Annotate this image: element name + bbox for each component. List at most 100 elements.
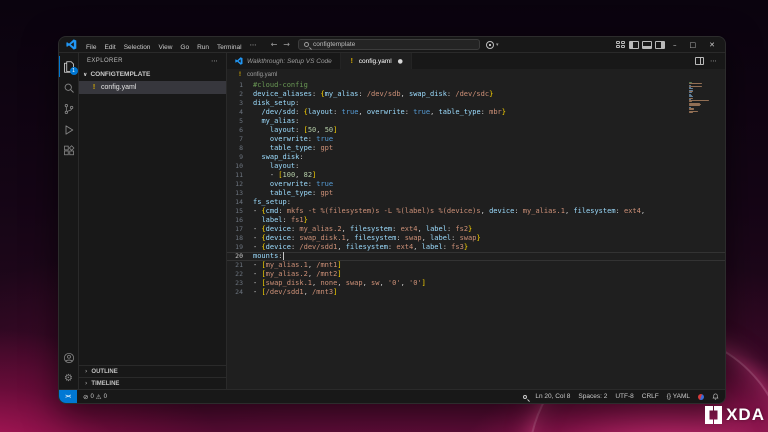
- file-item-config-yaml[interactable]: ! config.yaml: [79, 81, 226, 94]
- line-number: 4: [227, 108, 243, 117]
- toggle-sidebar-icon[interactable]: [629, 41, 639, 49]
- menu-run[interactable]: Run: [193, 44, 213, 51]
- code-line-4[interactable]: 4 /dev/sdd: {layout: true, overwrite: tr…: [227, 108, 725, 117]
- history-nav: ← →: [271, 40, 290, 49]
- activity-extensions-button[interactable]: [59, 140, 79, 161]
- status-crlf[interactable]: CRLF: [642, 393, 659, 400]
- menu-edit[interactable]: Edit: [100, 44, 119, 51]
- back-icon[interactable]: ←: [271, 40, 278, 49]
- modified-dot-icon[interactable]: ●: [398, 58, 403, 65]
- editor-actions: ⋯: [695, 53, 725, 69]
- line-number: 16: [227, 216, 243, 225]
- toggle-secondary-sidebar-icon[interactable]: [655, 41, 665, 49]
- sidebar-more-button[interactable]: ⋯: [211, 57, 218, 65]
- gear-icon: ⚙: [64, 374, 73, 384]
- code-text: - {device: swap_disk.1, filesystem: swap…: [253, 234, 481, 243]
- menu-terminal[interactable]: Terminal: [213, 44, 246, 51]
- code-line-10[interactable]: 10 layout:: [227, 162, 725, 171]
- more-actions-icon[interactable]: ⋯: [710, 57, 717, 65]
- code-line-6[interactable]: 6 layout: [50, 50]: [227, 126, 725, 135]
- text-cursor: [283, 252, 284, 260]
- code-line-13[interactable]: 13 table_type: gpt: [227, 189, 725, 198]
- forward-icon[interactable]: →: [283, 40, 290, 49]
- chevron-down-icon: ▾: [496, 42, 499, 48]
- status-ln-20-col-8[interactable]: Ln 20, Col 8: [535, 393, 570, 400]
- line-number: 6: [227, 126, 243, 135]
- code-line-1[interactable]: 1#cloud-config: [227, 81, 725, 90]
- chevron-down-icon: ∨: [83, 72, 87, 78]
- activity-explorer-button[interactable]: 1: [59, 56, 79, 77]
- folder-section-header[interactable]: ∨ CONFIGTEMPLATE: [79, 68, 226, 81]
- code-line-9[interactable]: 9 swap_disk:: [227, 153, 725, 162]
- menu-view[interactable]: View: [154, 44, 176, 51]
- chevron-right-icon: ›: [85, 368, 87, 375]
- extension-status-icon[interactable]: [698, 394, 704, 400]
- search-icon: [304, 42, 309, 47]
- status-utf-8[interactable]: UTF-8: [615, 393, 633, 400]
- minimize-button[interactable]: –: [668, 41, 682, 49]
- zoom-indicator-icon[interactable]: [523, 395, 527, 399]
- close-button[interactable]: ✕: [704, 41, 721, 49]
- error-count: 0: [90, 394, 93, 400]
- folder-name: CONFIGTEMPLATE: [90, 71, 150, 78]
- code-line-22[interactable]: 22- [my_alias.2, /mnt2]: [227, 270, 725, 279]
- activity-search-button[interactable]: [59, 77, 79, 98]
- code-text: my_alias:: [253, 117, 299, 126]
- notifications-bell-icon[interactable]: [712, 393, 719, 400]
- code-line-2[interactable]: 2device_aliases: {my_alias: /dev/sdb, sw…: [227, 90, 725, 99]
- code-line-8[interactable]: 8 table_type: gpt: [227, 144, 725, 153]
- line-number: 18: [227, 234, 243, 243]
- code-line-7[interactable]: 7 overwrite: true: [227, 135, 725, 144]
- minimap-line: [689, 112, 693, 113]
- customize-layout-icon[interactable]: [616, 41, 626, 49]
- status-spaces-2[interactable]: Spaces: 2: [578, 393, 607, 400]
- code-text: device_aliases: {my_alias: /dev/sdb, swa…: [253, 90, 493, 99]
- activity-run-debug-button[interactable]: [59, 119, 79, 140]
- command-center-search[interactable]: configtemplate: [298, 39, 480, 50]
- maximize-button[interactable]: □: [685, 41, 702, 49]
- sidebar-title: EXPLORER: [87, 58, 123, 64]
- breadcrumb[interactable]: ! config.yaml: [227, 69, 725, 80]
- code-line-19[interactable]: 19- {device: /dev/sdd1, filesystem: ext4…: [227, 243, 725, 252]
- code-line-18[interactable]: 18 - {device: swap_disk.1, filesystem: sw…: [227, 234, 725, 243]
- code-line-5[interactable]: 5 my_alias:: [227, 117, 725, 126]
- sidebar-section-timeline[interactable]: ›TIMELINE: [79, 377, 226, 389]
- account-button[interactable]: [59, 347, 79, 368]
- line-number: 15: [227, 207, 243, 216]
- tab-walkthrough[interactable]: Walkthrough: Setup VS Code: [227, 53, 341, 69]
- code-text: fs_setup:: [253, 198, 291, 207]
- line-number: 11: [227, 171, 243, 180]
- title-bar: FileEditSelectionViewGoRunTerminal ⋯ ← →…: [59, 37, 725, 53]
- code-line-16[interactable]: 16 label: fs1}: [227, 216, 725, 225]
- code-line-3[interactable]: 3disk_setup:: [227, 99, 725, 108]
- search-input[interactable]: configtemplate: [313, 41, 355, 48]
- sidebar-section-outline[interactable]: ›OUTLINE: [79, 365, 226, 377]
- menu-go[interactable]: Go: [176, 44, 193, 51]
- line-number: 24: [227, 288, 243, 297]
- code-line-15[interactable]: 15- {cmd: mkfs -t %(filesystem)s -L %(la…: [227, 207, 725, 216]
- code-line-23[interactable]: 23- [swap_disk.1, none, swap, sw, '0', '…: [227, 279, 725, 288]
- remote-indicator[interactable]: ><: [59, 390, 77, 403]
- settings-button[interactable]: ⚙: [59, 368, 79, 389]
- menu-selection[interactable]: Selection: [120, 44, 155, 51]
- toggle-panel-icon[interactable]: [642, 41, 652, 49]
- code-line-12[interactable]: 12 overwrite: true: [227, 180, 725, 189]
- code-line-17[interactable]: 17- {device: my_alias.2, filesystem: ext…: [227, 225, 725, 234]
- code-line-11[interactable]: 11 - [100, 82]: [227, 171, 725, 180]
- split-editor-icon[interactable]: [695, 57, 704, 65]
- code-line-14[interactable]: 14fs_setup:: [227, 198, 725, 207]
- code-line-24[interactable]: 24- [/dev/sdd1, /mnt3]: [227, 288, 725, 297]
- menu-file[interactable]: File: [82, 44, 100, 51]
- code-editor[interactable]: 1#cloud-config2device_aliases: {my_alias…: [227, 80, 725, 389]
- code-line-21[interactable]: 21- [my_alias.1, /mnt1]: [227, 261, 725, 270]
- activity-source-control-button[interactable]: [59, 98, 79, 119]
- vscode-logo-icon: [235, 57, 243, 65]
- status-yaml[interactable]: {} YAML: [667, 393, 690, 400]
- line-number: 17: [227, 225, 243, 234]
- copilot-menu[interactable]: ▾: [486, 41, 499, 49]
- code-line-20[interactable]: 20mounts:: [227, 252, 725, 261]
- menu-more-button[interactable]: ⋯: [246, 41, 261, 49]
- problems-indicator[interactable]: ⊘ 0 ⚠ 0: [77, 393, 113, 401]
- tab-config-yaml[interactable]: ! config.yaml ●: [341, 53, 412, 69]
- minimap[interactable]: [689, 82, 711, 113]
